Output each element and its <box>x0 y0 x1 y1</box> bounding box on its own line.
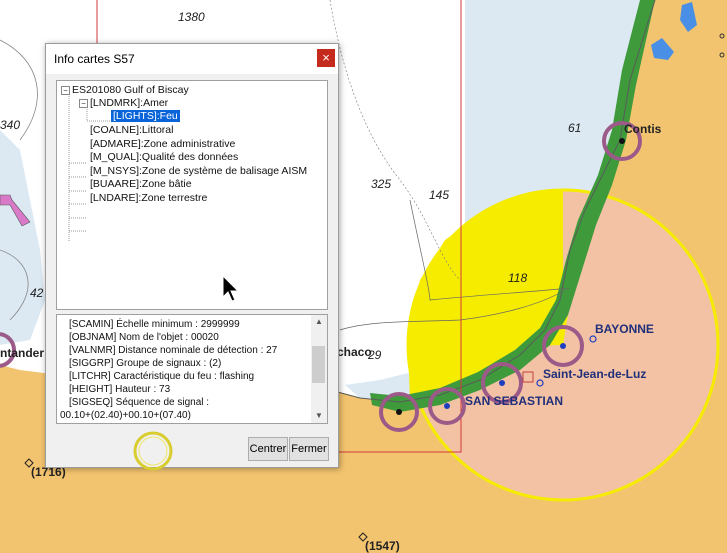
place-contis: Contis <box>624 122 662 136</box>
tree-item[interactable]: [M_QUAL]:Qualité des données <box>90 151 238 164</box>
place-bayonne: BAYONNE <box>595 322 654 336</box>
attribute-row: 00.10+(02.40)+00.10+(07.40) <box>60 410 191 421</box>
place-saint-jean-de-luz: Saint-Jean-de-Luz <box>543 367 647 381</box>
light-preview-icon <box>133 431 173 471</box>
attribute-row: [SCAMIN] Échelle minimum : 2999999 <box>69 319 240 330</box>
depth-label: 1380 <box>178 10 205 24</box>
depth-label: 145 <box>429 188 450 202</box>
collapse-icon[interactable]: − <box>61 85 70 95</box>
place-partial: chaco <box>337 345 372 359</box>
dialog-title: Info cartes S57 <box>54 52 135 66</box>
attribute-row: [LITCHR] Caractéristique du feu : flashi… <box>69 371 255 382</box>
attribute-row: [VALNMR] Distance nominale de détection … <box>69 345 278 356</box>
close-button[interactable]: × <box>317 49 335 67</box>
center-button[interactable]: Centrer <box>248 437 288 461</box>
depth-label: 61 <box>568 121 582 135</box>
attribute-row: [OBJNAM] Nom de l'objet : 00020 <box>69 332 219 343</box>
depth-label: 118 <box>508 271 528 285</box>
scroll-up-icon[interactable]: ▲ <box>311 315 327 329</box>
lake-1 <box>680 2 697 32</box>
edge-marker <box>719 33 725 39</box>
mouse-cursor-icon <box>222 275 240 302</box>
close-dialog-button[interactable]: Fermer <box>289 437 329 461</box>
tree-item[interactable]: [BUAARE]:Zone bâtie <box>90 178 192 191</box>
tree-item[interactable]: [COALNE]:Littoral <box>90 124 173 137</box>
attributes-scrollbar[interactable]: ▲ ▼ <box>311 315 327 423</box>
attribute-list[interactable]: [SCAMIN] Échelle minimum : 2999999 [OBJN… <box>56 314 328 424</box>
lake-2 <box>651 38 674 60</box>
tree-node-landmark[interactable]: − [LNDMRK]:Amer <box>79 97 168 110</box>
depth-label: 325 <box>371 177 392 191</box>
tree-item[interactable]: [ADMARE]:Zone administrative <box>90 138 235 151</box>
place-partial: ntander <box>0 346 45 360</box>
attribute-row: [HEIGHT] Hauteur : 73 <box>69 384 171 395</box>
attribute-row: [SIGGRP] Groupe de signaux : (2) <box>69 358 222 369</box>
attribute-row: [SIGSEQ] Séquence de signal : <box>69 397 210 408</box>
edge-marker <box>719 52 725 58</box>
tree-root[interactable]: − ES201080 Gulf of Biscay <box>61 84 189 97</box>
tree-item[interactable]: [M_NSYS]:Zone de système de balisage AIS… <box>90 165 307 178</box>
place-san-sebastian: SAN SEBASTIAN <box>465 394 564 408</box>
depth-label: 340 <box>0 118 21 132</box>
feature-tree[interactable]: − ES201080 Gulf of Biscay − [LNDMRK]:Amer … <box>56 80 328 310</box>
collapse-icon[interactable]: − <box>79 98 88 108</box>
info-dialog: Info cartes S57 × − ES201080 Gulf of Bisc… <box>45 43 339 471</box>
tree-item[interactable]: [LNDARE]:Zone terrestre <box>90 192 207 205</box>
spot-height-label: (1547) <box>365 539 400 553</box>
tree-node-lights[interactable]: [LIGHTS]:Feu <box>111 110 180 123</box>
scrollbar-thumb[interactable] <box>312 346 325 383</box>
depth-label: 42 <box>30 286 44 300</box>
scroll-down-icon[interactable]: ▼ <box>311 409 327 423</box>
dialog-titlebar[interactable]: Info cartes S57 × <box>46 44 338 74</box>
